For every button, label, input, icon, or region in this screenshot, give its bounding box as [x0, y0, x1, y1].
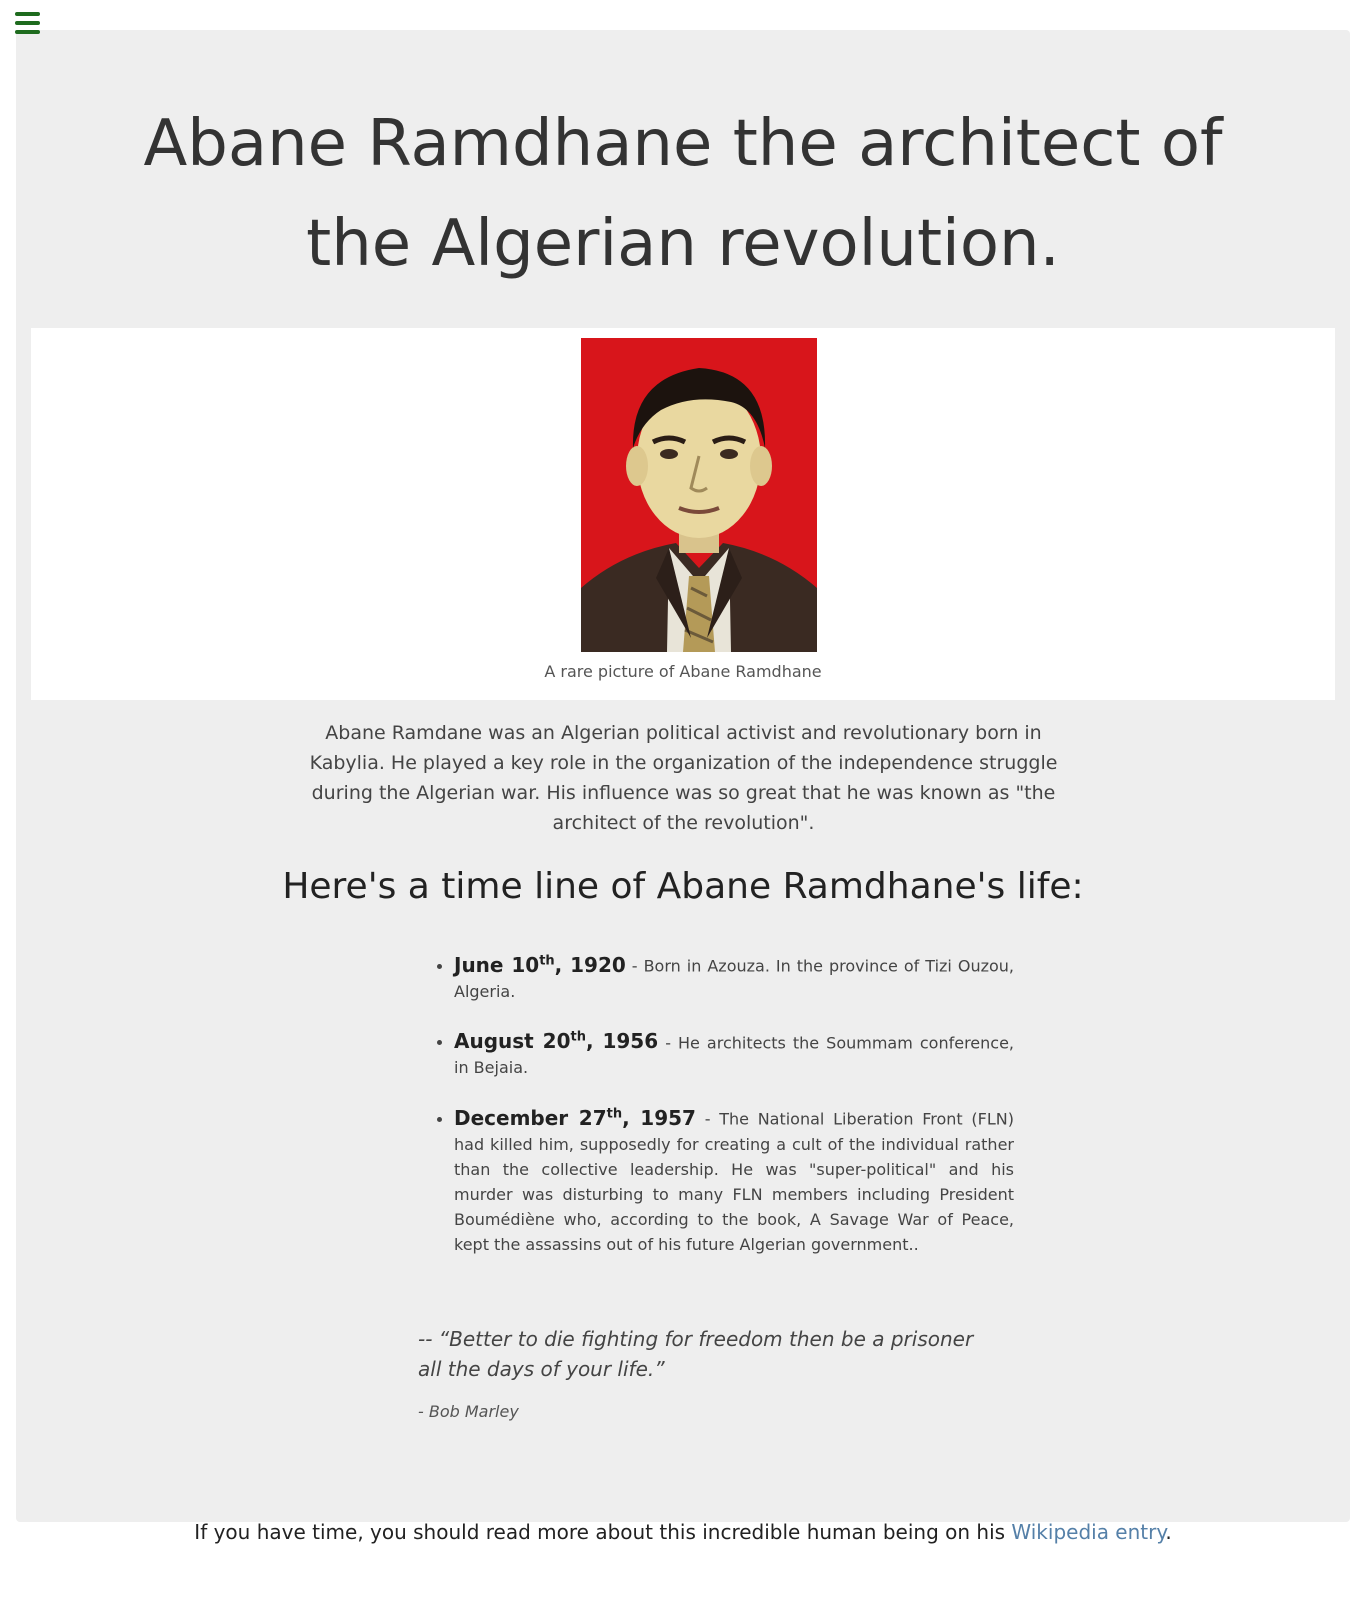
portrait-drawing [581, 338, 817, 652]
timeline-item: June 10th, 1920 - Born in Azouza. In the… [454, 948, 1014, 1004]
timeline-text: - The National Liberation Front (FLN) ha… [454, 1109, 1014, 1254]
page-title: Abane Ramdhane the architect of the Alge… [143, 107, 1223, 281]
main-content: Abane Ramdhane the architect of the Alge… [16, 30, 1350, 1522]
timeline-date: June 10th, 1920 [454, 952, 626, 977]
timeline-heading: Here's a time line of Abane Ramdhane's l… [282, 866, 1084, 907]
timeline-date: December 27th, 1957 [454, 1105, 696, 1130]
timeline-item: August 20th, 1956 - He architects the So… [454, 1025, 1014, 1081]
footer-note: If you have time, you should read more a… [0, 1520, 1366, 1544]
intro-paragraph: Abane Ramdane was an Algerian political … [309, 722, 1058, 834]
image-caption: A rare picture of Abane Ramdhane [544, 662, 822, 681]
quote-text: -- “Better to die fighting for freedom t… [418, 1327, 974, 1381]
image-figure: A rare picture of Abane Ramdhane [31, 328, 1335, 700]
wikipedia-link[interactable]: Wikipedia entry [1011, 1520, 1165, 1544]
portrait-image [581, 338, 817, 652]
timeline-date: August 20th, 1956 [454, 1029, 659, 1054]
timeline-list: June 10th, 1920 - Born in Azouza. In the… [416, 948, 1014, 1278]
quote-author: - Bob Marley [418, 1402, 519, 1421]
timeline-item: December 27th, 1957 - The National Liber… [454, 1101, 1014, 1257]
hamburger-menu-icon[interactable] [15, 12, 40, 34]
footer-end: . [1165, 1520, 1172, 1544]
footer-text: If you have time, you should read more a… [194, 1520, 1012, 1544]
